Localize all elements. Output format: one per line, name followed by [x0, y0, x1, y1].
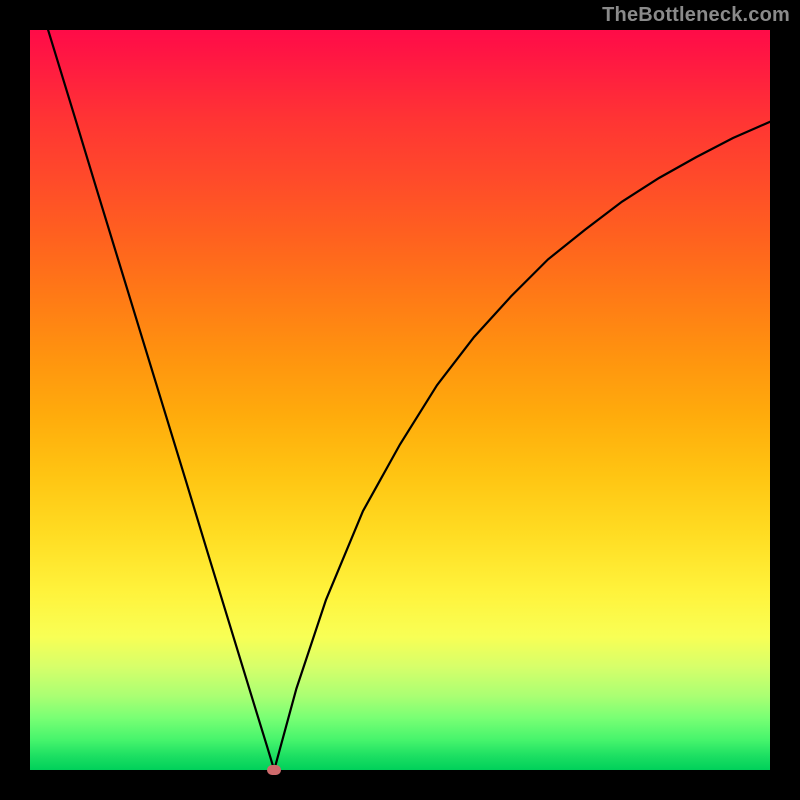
- watermark-text: TheBottleneck.com: [602, 4, 790, 27]
- left-branch-path: [30, 30, 274, 770]
- chart-frame: TheBottleneck.com: [0, 0, 800, 800]
- right-branch-path: [274, 122, 770, 770]
- curve-svg: [30, 30, 770, 770]
- min-point-marker: [267, 765, 281, 775]
- plot-area: [30, 30, 770, 770]
